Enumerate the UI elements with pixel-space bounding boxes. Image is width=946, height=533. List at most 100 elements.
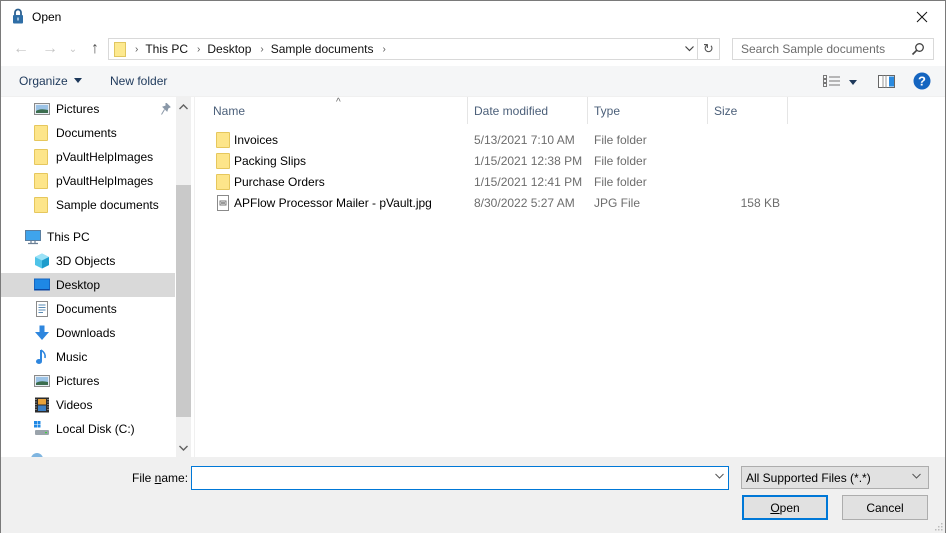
sidebar-item-label: Music: [56, 350, 88, 364]
preview-pane-icon[interactable]: [878, 75, 895, 88]
address-dropdown-button[interactable]: [681, 39, 697, 59]
caret-down-icon: [849, 80, 857, 85]
column-header-date-modified[interactable]: Date modified: [468, 97, 588, 124]
pin-icon[interactable]: [161, 103, 171, 115]
sidebar-item-label: pVaultHelpImages: [56, 174, 154, 188]
folder-icon: [34, 149, 50, 165]
sidebar-item-label: This PC: [47, 230, 90, 244]
refresh-button[interactable]: ↻: [698, 38, 720, 60]
column-header-name[interactable]: Name: [207, 97, 468, 124]
cancel-label: Cancel: [866, 500, 904, 515]
open-button[interactable]: Open: [742, 495, 828, 520]
3d-objects-icon: [35, 253, 49, 269]
cancel-button[interactable]: Cancel: [842, 495, 928, 520]
sidebar-item-music[interactable]: Music: [1, 345, 175, 369]
sidebar-item-this-pc[interactable]: This PC: [1, 225, 175, 249]
close-button[interactable]: [899, 1, 945, 32]
search-input[interactable]: [733, 39, 903, 59]
back-button[interactable]: ←: [11, 37, 31, 61]
file-row[interactable]: Invoices 5/13/2021 7:10 AM File folder: [194, 129, 794, 150]
chevron-up-icon: [179, 104, 188, 110]
chevron-down-icon: [912, 473, 921, 479]
folder-icon: [34, 173, 50, 189]
column-header-size[interactable]: Size: [708, 97, 788, 124]
sidebar-item-3d-objects[interactable]: 3D Objects: [1, 249, 175, 273]
file-date: 5/13/2021 7:10 AM: [474, 132, 575, 147]
sidebar-item-label: Pictures: [56, 374, 100, 388]
file-date: 1/15/2021 12:38 PM: [474, 153, 583, 168]
breadcrumb-this-pc[interactable]: This PC: [145, 42, 188, 56]
breadcrumb-sample-documents[interactable]: Sample documents: [271, 42, 374, 56]
sidebar-item-label: Desktop: [56, 278, 101, 292]
scroll-up-button[interactable]: [176, 99, 191, 115]
local-disk-icon: [34, 421, 49, 435]
sidebar-item-local-disk[interactable]: Local Disk (C:): [1, 417, 175, 441]
refresh-icon: ↻: [703, 41, 714, 56]
file-name-input[interactable]: [192, 467, 702, 489]
help-icon[interactable]: ?: [913, 72, 931, 90]
sidebar-item-downloads[interactable]: Downloads: [1, 321, 175, 345]
downloads-icon: [35, 325, 49, 340]
file-name-dropdown-button[interactable]: [715, 471, 724, 482]
breadcrumb-separator[interactable]: ›: [382, 44, 385, 55]
file-name-label: File name:: [132, 471, 188, 485]
breadcrumb-separator[interactable]: ›: [197, 44, 200, 55]
scroll-down-button[interactable]: [176, 440, 191, 456]
sidebar-item-quick-pictures[interactable]: Pictures: [1, 97, 175, 121]
organize-button[interactable]: Organize: [19, 74, 82, 88]
file-name: Purchase Orders: [234, 174, 325, 189]
sidebar-scrollbar-thumb[interactable]: [176, 185, 191, 417]
folder-icon: [34, 125, 50, 141]
documents-icon: [36, 301, 48, 317]
open-label: pen: [779, 500, 800, 515]
recent-locations-button[interactable]: ⌄: [67, 37, 79, 61]
chevron-down-icon: [715, 473, 724, 479]
change-view-button[interactable]: [823, 75, 857, 89]
sidebar-item-pvaulthelpimages[interactable]: pVaultHelpImages: [1, 145, 175, 169]
window-title: Open: [32, 10, 62, 24]
column-header-type[interactable]: Type: [588, 97, 708, 124]
sidebar-item-sample-documents[interactable]: Sample documents: [1, 193, 175, 217]
file-row[interactable]: Packing Slips 1/15/2021 12:38 PM File fo…: [194, 150, 794, 171]
sidebar-item-pictures[interactable]: Pictures: [1, 369, 175, 393]
file-type-select[interactable]: All Supported Files (*.*): [741, 466, 929, 489]
breadcrumb-desktop[interactable]: Desktop: [207, 42, 251, 56]
resize-grip-icon[interactable]: [935, 523, 943, 531]
column-header-label: Date modified: [474, 103, 549, 118]
file-row[interactable]: APFlow Processor Mailer - pVault.jpg 8/3…: [194, 192, 794, 213]
up-button[interactable]: ↑: [85, 37, 105, 61]
chevron-down-icon: [179, 445, 188, 451]
sidebar-item-label: Pictures: [56, 102, 100, 116]
sidebar-item-label: Downloads: [56, 326, 116, 340]
folder-icon: [216, 153, 230, 169]
navigation-bar: ← → ⌄ ↑ › This PC › Desktop › Sample doc…: [1, 33, 945, 66]
new-folder-label: New folder: [110, 74, 168, 88]
file-name-combobox[interactable]: [191, 466, 729, 490]
desktop-icon: [34, 278, 50, 291]
sidebar-item-label: Documents: [56, 126, 117, 140]
image-file-icon: [217, 195, 229, 211]
file-row[interactable]: Purchase Orders 1/15/2021 12:41 PM File …: [194, 171, 794, 192]
sidebar-item-documents[interactable]: Documents: [1, 297, 175, 321]
sidebar-item-quick-documents[interactable]: Documents: [1, 121, 175, 145]
sidebar-item-label: Documents: [56, 302, 117, 316]
address-bar[interactable]: › This PC › Desktop › Sample documents ›: [108, 38, 698, 60]
folder-icon: [216, 132, 230, 148]
sidebar-item-videos[interactable]: Videos: [1, 393, 175, 417]
sidebar-item-label: Sample documents: [56, 198, 159, 212]
sidebar-item-label: pVaultHelpImages: [56, 150, 154, 164]
file-list: ^ Name Date modified Type Size Invoices …: [194, 97, 945, 457]
file-type: File folder: [594, 153, 647, 168]
file-size: 158 KB: [740, 195, 780, 210]
search-box[interactable]: [732, 38, 934, 60]
forward-button[interactable]: →: [40, 37, 60, 61]
svg-text:?: ?: [918, 74, 926, 89]
sidebar-item-desktop[interactable]: Desktop: [1, 273, 175, 297]
sidebar-item-pvaulthelpimages-2[interactable]: pVaultHelpImages: [1, 169, 175, 193]
search-icon: [911, 43, 924, 56]
file-date: 8/30/2022 5:27 AM: [474, 195, 575, 210]
breadcrumb-separator[interactable]: ›: [260, 44, 263, 55]
file-type: File folder: [594, 174, 647, 189]
new-folder-button[interactable]: New folder: [110, 74, 167, 88]
breadcrumb-separator: ›: [135, 43, 139, 55]
